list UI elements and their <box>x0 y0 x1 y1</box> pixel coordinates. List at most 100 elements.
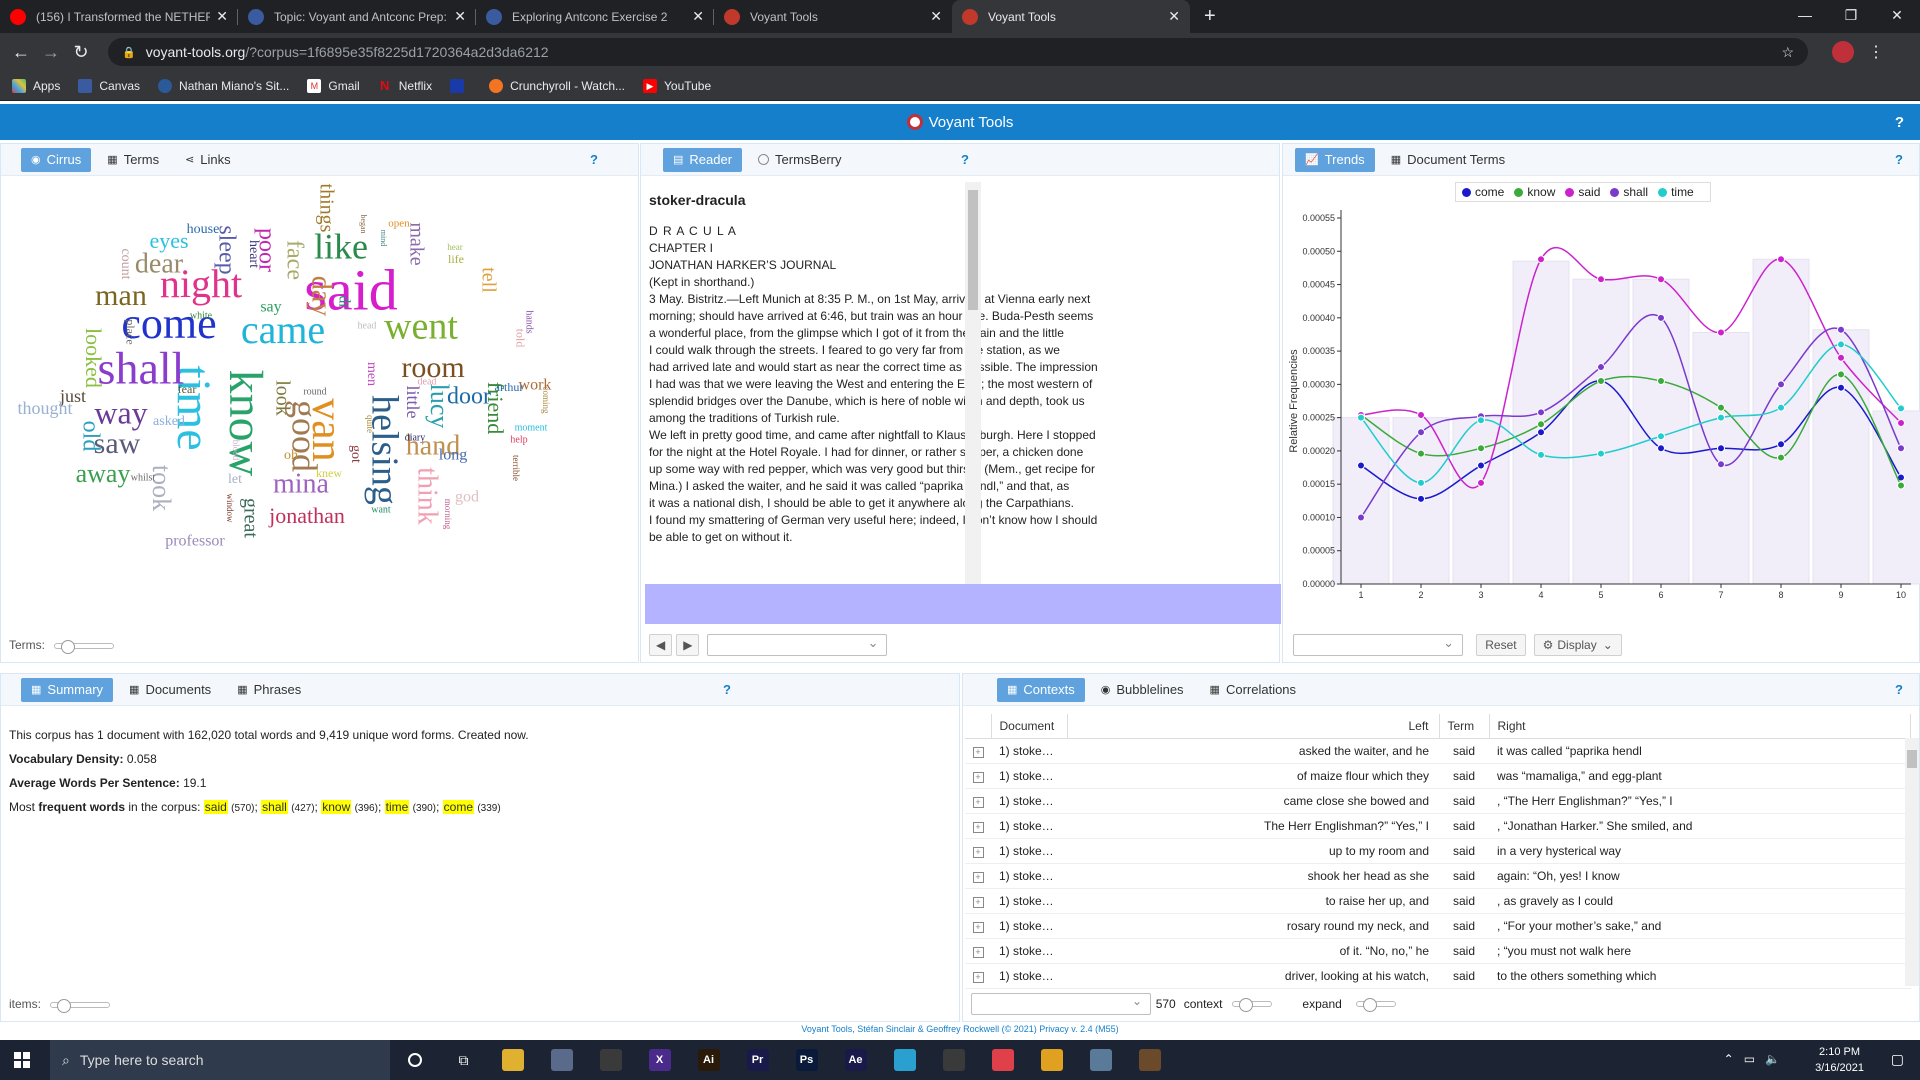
reader-scroll-thumb[interactable] <box>968 190 978 310</box>
document-column-header[interactable]: Document <box>991 714 1068 739</box>
cloud-word-house[interactable]: house <box>187 222 220 237</box>
browser-tab-5[interactable]: Voyant Tools ✕ <box>952 0 1190 33</box>
cloud-word-day[interactable]: day <box>306 276 337 316</box>
items-slider[interactable] <box>50 998 111 1013</box>
data-point-said[interactable] <box>1897 418 1905 427</box>
cloud-word-round[interactable]: round <box>303 386 326 397</box>
data-point-know[interactable] <box>1417 449 1425 458</box>
close-window-icon[interactable]: ✕ <box>1874 0 1920 30</box>
cloud-word-away[interactable]: away <box>76 459 131 488</box>
photoshop-icon[interactable]: Ps <box>782 1040 831 1080</box>
premiere-icon[interactable]: Pr <box>733 1040 782 1080</box>
tab-correlations[interactable]: ▦ Correlations <box>1200 678 1307 702</box>
frequent-word[interactable]: time <box>384 800 410 814</box>
cloud-word-fear[interactable]: fear <box>178 382 197 396</box>
tab-links[interactable]: ⋖ Links <box>175 148 241 172</box>
cloud-word-professor[interactable]: professor <box>165 533 225 550</box>
data-point-come[interactable] <box>1657 444 1665 453</box>
context-row[interactable]: + 1) stoke… driver, looking at his watch… <box>965 963 1911 989</box>
tab-reader[interactable]: ▤ Reader <box>663 147 743 172</box>
chevron-up-icon[interactable]: ⌃ <box>1724 1052 1734 1066</box>
mixed-reality-icon[interactable] <box>537 1040 586 1080</box>
cloud-word-lucy[interactable]: lucy <box>425 384 454 429</box>
next-arrow-icon[interactable]: ▶ <box>676 634 700 656</box>
tab-document-terms[interactable]: ▦ Document Terms <box>1381 148 1515 172</box>
cloud-word-diary[interactable]: diary <box>405 432 426 443</box>
cloud-word-terrible[interactable]: terrible <box>511 455 521 481</box>
cloud-word-quite[interactable]: quite <box>365 415 375 433</box>
terms-slider[interactable] <box>54 639 115 654</box>
data-point-said[interactable] <box>1837 353 1845 362</box>
bookmark-youtube[interactable]: ▶ YouTube <box>643 78 711 93</box>
forward-icon[interactable]: → <box>36 42 66 63</box>
context-row[interactable]: + 1) stoke… of maize flour which they sa… <box>965 763 1911 789</box>
bookmark-gmail[interactable]: M Gmail <box>307 78 360 93</box>
menu-kebab-icon[interactable]: ⋮ <box>1868 42 1884 62</box>
bookmark-apps[interactable]: Apps <box>12 78 60 93</box>
prev-arrow-icon[interactable]: ◀ <box>649 634 673 656</box>
cloud-word-count[interactable]: count <box>118 248 133 279</box>
data-point-shall[interactable] <box>1837 325 1845 334</box>
sketchup-icon[interactable] <box>929 1040 978 1080</box>
bookmark-unnamed[interactable] <box>450 78 471 93</box>
tab-contexts[interactable]: ▦ Contexts <box>997 677 1085 702</box>
expand-row-icon[interactable]: + <box>965 838 991 864</box>
cloud-word-let[interactable]: let <box>228 472 242 487</box>
display-button[interactable]: ⚙ Display ⌄ <box>1533 634 1622 656</box>
context-slider[interactable] <box>1232 998 1273 1012</box>
reload-icon[interactable]: ↻ <box>66 42 96 63</box>
cloud-word-face[interactable]: face <box>281 240 307 280</box>
cloud-word-asked[interactable]: asked <box>153 414 185 429</box>
illustrator-icon[interactable]: Ai <box>684 1040 733 1080</box>
network-icon[interactable]: ▭ <box>1744 1052 1755 1066</box>
data-point-shall[interactable] <box>1537 408 1545 417</box>
cloud-word-know[interactable]: know <box>219 370 272 477</box>
summary-help-icon[interactable]: ? <box>723 682 731 697</box>
tab-summary[interactable]: ▦ Summary <box>21 677 114 702</box>
context-row[interactable]: + 1) stoke… came close she bowed and sai… <box>965 788 1911 814</box>
term-column-header[interactable]: Term <box>1439 714 1490 739</box>
frequent-word-item[interactable]: know (396); <box>321 800 384 814</box>
cloud-word-helsing[interactable]: helsing <box>363 395 405 505</box>
data-point-know[interactable] <box>1597 377 1605 386</box>
cloud-word-long[interactable]: long <box>439 447 467 464</box>
cloud-word-got[interactable]: got <box>348 445 363 463</box>
cloud-word-want[interactable]: want <box>371 504 391 515</box>
cloud-word-head[interactable]: head <box>358 320 377 331</box>
close-tab-icon[interactable]: ✕ <box>1168 8 1180 25</box>
data-point-know[interactable] <box>1537 420 1545 429</box>
data-point-said[interactable] <box>1657 275 1665 284</box>
cloud-word-went[interactable]: went <box>384 306 458 348</box>
contexts-help-icon[interactable]: ? <box>1895 682 1903 697</box>
data-point-know[interactable] <box>1657 377 1665 386</box>
data-point-time[interactable] <box>1537 450 1545 459</box>
data-point-time[interactable] <box>1597 449 1605 458</box>
frequent-word-item[interactable]: time (390); <box>384 800 443 814</box>
frequent-word[interactable]: shall <box>261 800 288 814</box>
cloud-word-life[interactable]: life <box>448 252 464 266</box>
cloud-word-coming[interactable]: coming <box>541 387 551 414</box>
data-point-shall[interactable] <box>1717 460 1725 469</box>
data-point-come[interactable] <box>1777 440 1785 449</box>
close-tab-icon[interactable]: ✕ <box>454 8 466 25</box>
data-point-time[interactable] <box>1897 404 1905 413</box>
data-point-time[interactable] <box>1837 340 1845 349</box>
cloud-word-dead[interactable]: dead <box>418 376 437 387</box>
frequent-word[interactable]: know <box>321 800 352 814</box>
cloud-word-think[interactable]: think <box>412 467 443 525</box>
bookmark-canvas[interactable]: Canvas <box>78 78 140 93</box>
cloud-word-little[interactable]: little <box>403 386 423 419</box>
data-point-said[interactable] <box>1777 255 1785 264</box>
expand-row-icon[interactable]: + <box>965 763 991 789</box>
cloud-word-whilst[interactable]: whilst <box>131 472 156 483</box>
data-point-come[interactable] <box>1837 383 1845 392</box>
reader-segment-bar[interactable] <box>645 584 1281 624</box>
cloud-word-blood[interactable]: blood <box>231 440 241 461</box>
cloud-word-dear[interactable]: dear <box>135 248 184 279</box>
data-point-shall[interactable] <box>1657 313 1665 322</box>
cloud-word-arthur[interactable]: arthur <box>495 380 524 394</box>
trends-help-icon[interactable]: ? <box>1895 152 1903 167</box>
close-tab-icon[interactable]: ✕ <box>216 8 228 25</box>
expand-slider[interactable] <box>1355 998 1396 1012</box>
context-row[interactable]: + 1) stoke… up to my room and said in a … <box>965 838 1911 864</box>
